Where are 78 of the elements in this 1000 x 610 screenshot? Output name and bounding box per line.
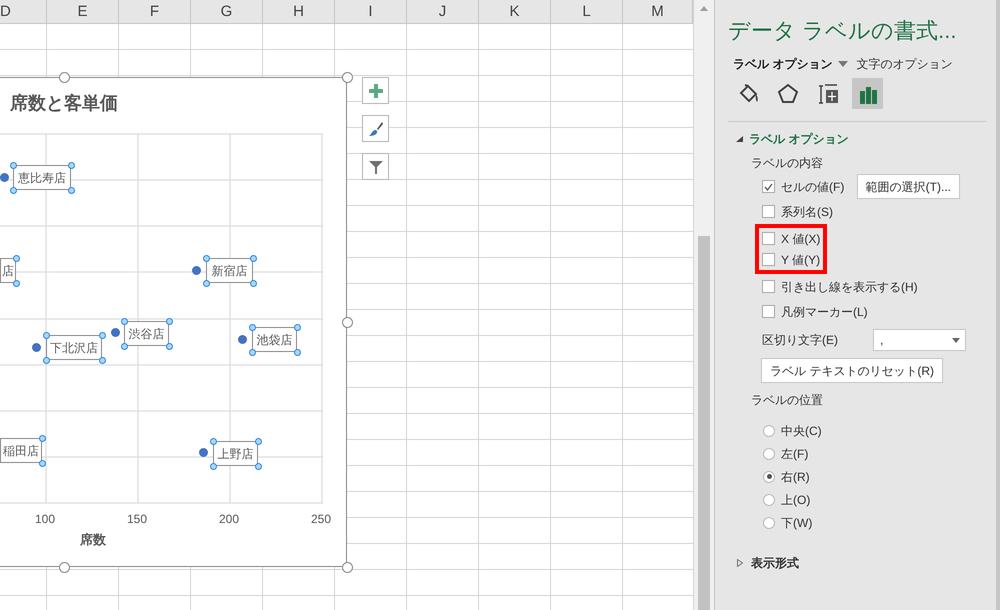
resize-handle[interactable] [342,317,353,328]
checkbox[interactable] [762,232,775,245]
column-header[interactable]: D [0,0,47,24]
radio-button[interactable] [763,516,775,528]
column-header[interactable]: J [407,0,479,24]
radio-button[interactable] [763,424,775,436]
data-label[interactable]: 店 [0,258,16,283]
separator-dropdown[interactable]: , [873,329,966,351]
collapsed-icon[interactable] [737,559,743,567]
pane-title: データ ラベルの書式... [728,16,956,44]
icon-tab[interactable] [852,78,883,109]
column-header[interactable]: G [191,0,263,24]
chart-styles-icon [368,120,384,136]
dropdown-icon [952,338,960,342]
column-header[interactable]: I [335,0,407,24]
radio-button[interactable] [763,494,775,506]
radio-label[interactable]: 中央(C) [781,422,822,440]
column-header[interactable]: K [479,0,551,24]
scrollbar-thumb[interactable] [698,236,710,610]
checkbox[interactable] [762,253,775,266]
checkbox-label[interactable]: 引き出し線を表示する(H) [781,278,918,296]
checkbox-label[interactable]: Y 値(Y) [781,250,820,268]
group-label: ラベルの内容 [750,155,824,172]
data-label[interactable]: 上野店 [213,441,258,466]
checkbox[interactable] [762,180,775,193]
chart-elements-icon [368,82,384,98]
checkbox[interactable] [762,305,775,318]
column-header[interactable]: H [263,0,335,24]
caret-icon [838,61,848,67]
check-icon [764,182,773,190]
checkbox-label[interactable]: 系列名(S) [781,202,833,220]
resize-handle[interactable] [59,72,70,83]
expanded-icon[interactable] [736,136,743,142]
chart-title: 席数と客単価 [10,92,118,115]
chart-styles-button[interactable] [362,115,389,142]
data-label[interactable]: 下北沢店 [46,335,102,360]
column-header[interactable]: E [47,0,119,24]
pentagon-icon [776,82,798,104]
axis-tick-label: 150 [126,511,148,528]
radio-button[interactable] [763,470,775,482]
scroll-up-icon[interactable] [699,4,709,12]
chart-filters-button[interactable] [362,153,389,180]
column-header[interactable]: L [551,0,623,24]
checkbox-label[interactable]: セルの値(F) [781,178,844,196]
axis-tick-label: 250 [310,511,332,528]
field-label: 区切り文字(E) [762,332,839,349]
radio-label[interactable]: 下(W) [781,514,812,532]
range-button[interactable]: 範囲の選択(T)... [856,174,960,199]
radio-label[interactable]: 上(O) [781,490,810,508]
pane-tab[interactable]: ラベル オプション [733,55,848,73]
radio-label[interactable]: 右(R) [781,468,810,486]
reset-label-text-button[interactable]: ラベル テキストのリセット(R) [761,358,943,383]
data-label[interactable]: 恵比寿店 [13,165,71,190]
axis-title: 席数 [80,531,106,549]
axis-tick-label: 100 [34,511,56,528]
section-header[interactable]: ラベル オプション [749,130,848,148]
checkbox-label[interactable]: X 値(X) [781,230,820,248]
data-label[interactable]: 渋谷店 [124,321,169,346]
group-label: ラベルの位置 [750,392,824,409]
column-header[interactable]: F [119,0,191,24]
chart-elements-button[interactable] [362,77,389,104]
axis-tick-label: 200 [218,511,240,528]
size-properties-icon [816,82,838,104]
data-label[interactable]: 新宿店 [206,258,253,283]
resize-handle[interactable] [342,72,353,83]
data-label[interactable]: 池袋店 [252,327,297,352]
pane-tab[interactable]: 文字のオプション [856,55,952,73]
checkbox-label[interactable]: 凡例マーカー(L) [781,302,868,320]
data-label[interactable]: 稲田店 [0,438,42,463]
resize-handle[interactable] [59,562,70,573]
section-header[interactable]: 表示形式 [751,554,799,572]
resize-handle[interactable] [342,562,353,573]
checkbox[interactable] [762,205,775,218]
radio-label[interactable]: 左(F) [781,444,808,462]
radio-button[interactable] [763,448,775,460]
chart-filters-icon [368,158,384,174]
vertical-scrollbar[interactable] [693,0,714,610]
checkbox[interactable] [762,280,775,293]
